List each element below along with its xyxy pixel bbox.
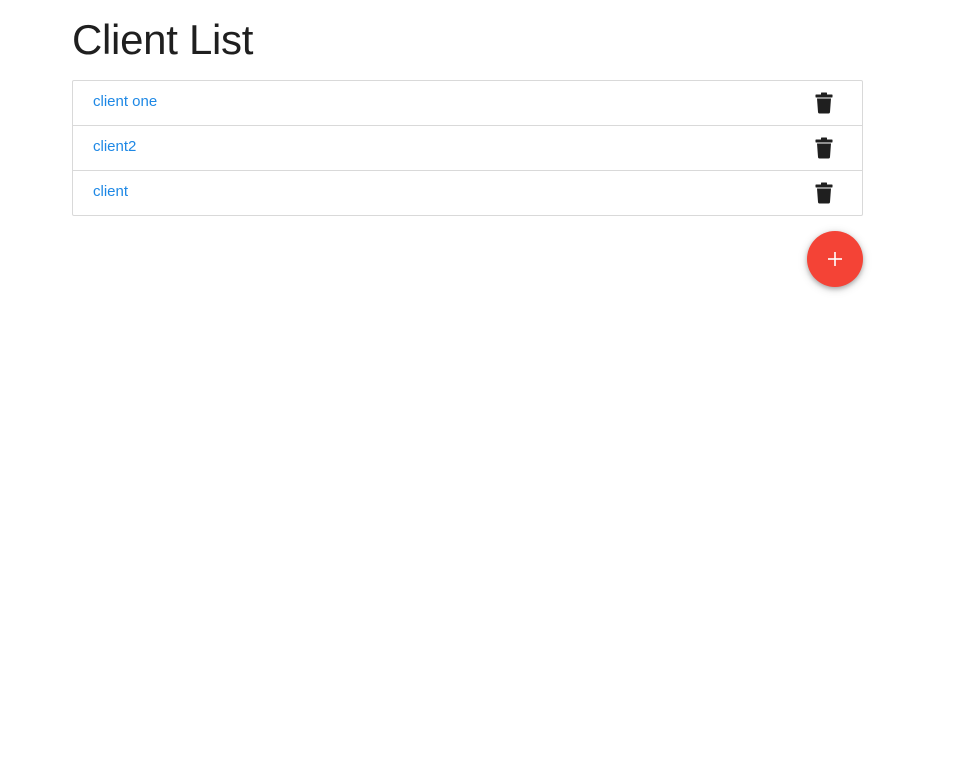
- add-client-button[interactable]: [807, 231, 863, 287]
- trash-icon: [815, 182, 833, 204]
- client-link[interactable]: client2: [93, 138, 136, 156]
- client-link[interactable]: client one: [93, 93, 157, 111]
- delete-client-button[interactable]: [812, 136, 836, 160]
- trash-icon: [815, 92, 833, 114]
- page-title: Client List: [72, 16, 254, 63]
- delete-client-button[interactable]: [812, 181, 836, 205]
- delete-client-button[interactable]: [812, 91, 836, 115]
- client-list: client one client2 client: [72, 80, 863, 216]
- list-item: client2: [73, 125, 862, 170]
- list-item: client one: [73, 81, 862, 125]
- client-link[interactable]: client: [93, 183, 128, 201]
- trash-icon: [815, 137, 833, 159]
- list-item: client: [73, 170, 862, 215]
- plus-icon: [827, 251, 843, 267]
